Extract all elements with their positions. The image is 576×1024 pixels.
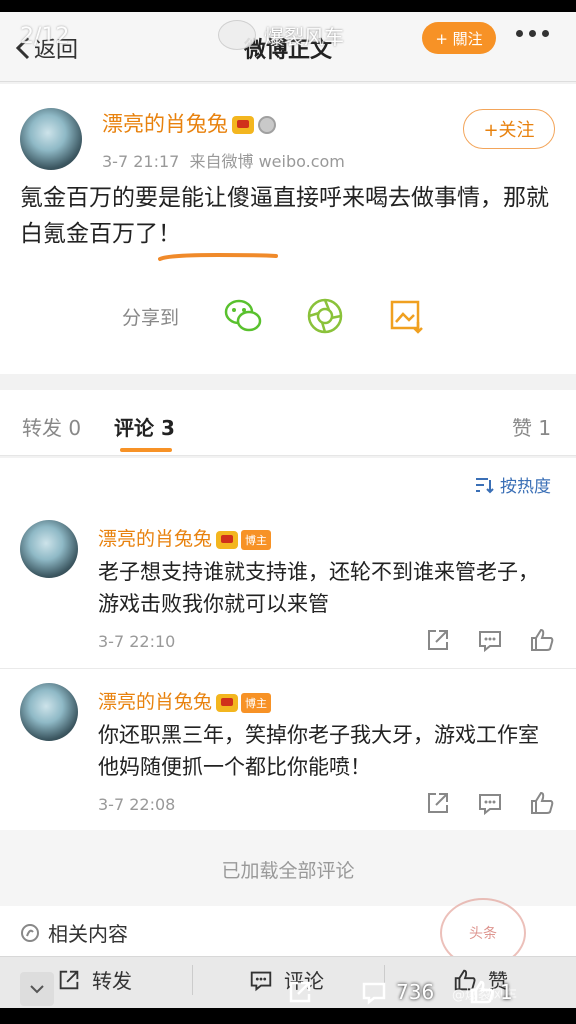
bottom-black-bar xyxy=(0,1008,576,1024)
crown-vip-icon xyxy=(232,116,254,134)
watermark-text: 爆裂风车 xyxy=(264,24,344,49)
author-badge: 博主 xyxy=(241,529,272,550)
comment-author[interactable]: 漂亮的肖兔兔 博主 xyxy=(98,687,272,714)
post-text: 氪金百万的要是能让傻逼直接呼来喝去做事情，那就白氪金百万了！ xyxy=(20,185,549,247)
watermark-logo-icon xyxy=(218,20,256,50)
medal-icon xyxy=(258,116,276,134)
like-icon[interactable] xyxy=(528,789,556,817)
repost-icon[interactable] xyxy=(424,626,452,654)
post-tabs: 转发 0 评论 3 赞 1 xyxy=(0,390,576,456)
chevron-down-icon xyxy=(30,985,44,994)
top-black-bar xyxy=(0,0,576,12)
comment-actions xyxy=(424,626,576,654)
share-row: 分享到 xyxy=(122,296,469,336)
follow-watermark-button[interactable]: + 關注 xyxy=(422,22,496,54)
weibo-post-screen: 返回 2/12 微博正文 爆裂风车 + 關注 漂亮的肖兔兔 3-7 21:17 … xyxy=(0,0,576,1024)
overlay-like-count: 1 xyxy=(500,980,513,1004)
wechat-icon[interactable] xyxy=(223,296,263,336)
overlay-comments-button[interactable]: 736 xyxy=(360,978,434,1006)
more-options-button[interactable] xyxy=(516,30,549,37)
divider xyxy=(192,965,193,995)
moments-icon[interactable] xyxy=(305,296,345,336)
post-source: 来自微博 weibo.com xyxy=(189,152,345,171)
active-tab-indicator xyxy=(120,448,172,452)
related-icon xyxy=(21,923,39,942)
comment-text: 老子想支持谁就支持谁，还轮不到谁来管老子，游戏击败我你就可以来管 xyxy=(98,560,539,616)
crown-vip-icon xyxy=(216,530,239,549)
related-content-link[interactable]: 相关内容 xyxy=(20,918,128,947)
tab-like[interactable]: 赞 1 xyxy=(512,412,551,441)
avatar[interactable] xyxy=(20,520,78,578)
author-badge: 博主 xyxy=(241,692,272,713)
sort-icon xyxy=(476,477,494,493)
post-author[interactable]: 漂亮的肖兔兔 xyxy=(102,108,276,138)
follow-button[interactable]: +关注 xyxy=(463,109,555,149)
underline-mark-icon xyxy=(158,252,278,261)
repost-icon[interactable] xyxy=(424,789,452,817)
crown-vip-icon xyxy=(216,693,239,712)
related-label: 相关内容 xyxy=(48,922,128,946)
avatar[interactable] xyxy=(20,683,78,741)
comment-icon xyxy=(362,982,386,1005)
thumbs-up-icon xyxy=(470,980,494,1004)
all-comments-loaded: 已加载全部评论 xyxy=(0,830,576,906)
avatar[interactable] xyxy=(20,108,82,170)
sort-by-hot-button[interactable]: 按热度 xyxy=(474,472,551,497)
comment-icon[interactable] xyxy=(476,789,504,817)
post-card: 漂亮的肖兔兔 3-7 21:17 来自微博 weibo.com +关注 氪金百万… xyxy=(0,84,576,374)
comment-author-name: 漂亮的肖兔兔 xyxy=(98,691,213,713)
collapse-button[interactable] xyxy=(20,972,54,1006)
comment-item: 漂亮的肖兔兔 博主 老子想支持谁就支持谁，还轮不到谁来管老子，游戏击败我你就可以来… xyxy=(0,506,576,668)
tab-comment[interactable]: 评论 3 xyxy=(114,412,175,441)
watermark-top: 爆裂风车 xyxy=(218,20,344,50)
comment-actions xyxy=(424,789,576,817)
comment-item: 漂亮的肖兔兔 博主 你还职黑三年，笑掉你老子我大牙，游戏工作室他妈随便抓一个都比你… xyxy=(0,668,576,830)
like-icon[interactable] xyxy=(528,626,556,654)
dot-icon xyxy=(516,30,523,37)
comment-icon[interactable] xyxy=(476,626,504,654)
post-author-name: 漂亮的肖兔兔 xyxy=(102,112,228,136)
overlay-comment-count: 736 xyxy=(396,980,435,1004)
sort-label: 按热度 xyxy=(500,477,551,497)
dot-icon xyxy=(529,30,536,37)
post-time: 3-7 21:17 xyxy=(102,152,180,171)
comment-author-name: 漂亮的肖兔兔 xyxy=(98,528,213,550)
comment-text: 你还职黑三年，笑掉你老子我大牙，游戏工作室他妈随便抓一个都比你能喷！ xyxy=(98,723,539,779)
overlay-like-button[interactable]: 1 xyxy=(468,978,513,1006)
repost-icon xyxy=(59,970,79,989)
sort-bar: 按热度 xyxy=(0,458,576,506)
share-icon xyxy=(289,981,311,1003)
comment-time: 3-7 22:08 xyxy=(98,795,176,814)
comment-author[interactable]: 漂亮的肖兔兔 博主 xyxy=(98,524,272,551)
repost-button[interactable]: 转发 xyxy=(56,965,132,994)
save-image-icon[interactable] xyxy=(387,296,427,336)
dot-icon xyxy=(542,30,549,37)
repost-label: 转发 xyxy=(92,969,132,993)
comment-icon xyxy=(250,971,272,991)
share-label: 分享到 xyxy=(122,306,180,329)
post-meta: 3-7 21:17 来自微博 weibo.com xyxy=(102,148,345,172)
nav-header: 返回 2/12 微博正文 爆裂风车 + 關注 xyxy=(0,12,576,82)
overlay-share-button[interactable] xyxy=(286,978,314,1006)
comment-time: 3-7 22:10 xyxy=(98,632,176,651)
tab-repost[interactable]: 转发 0 xyxy=(22,412,81,441)
